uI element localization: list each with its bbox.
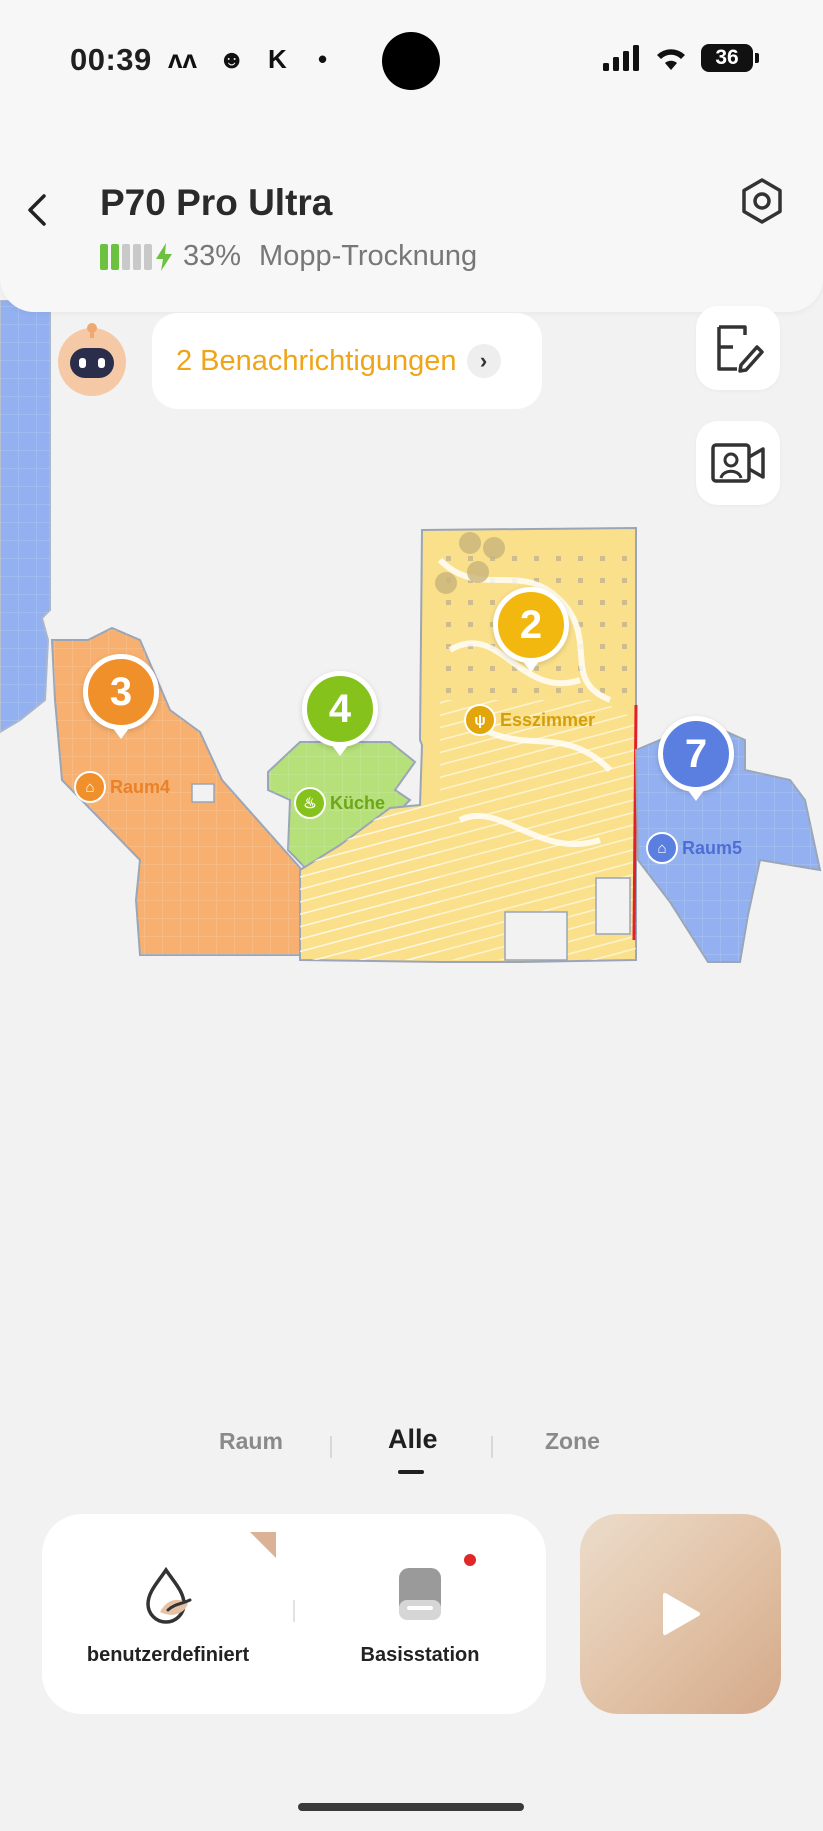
- battery-percent: 33%: [183, 240, 242, 272]
- device-status-row: 33% Mopp-Trocknung: [100, 240, 477, 273]
- status-bar: 00:39 ʌʌ ☻ K • 36: [0, 0, 823, 120]
- mode-tabs: Raum Alle Zone: [0, 1420, 823, 1480]
- chevron-right-icon: ›: [466, 344, 501, 378]
- chevron-left-icon[interactable]: [18, 190, 58, 230]
- device-title: P70 Pro Ultra: [100, 182, 333, 223]
- room-label-raum4[interactable]: ⌂ Raum4: [74, 771, 170, 803]
- edit-map-icon: [717, 325, 764, 373]
- corner-badge-icon: [250, 1532, 276, 1558]
- base-station-icon: [399, 1568, 441, 1620]
- tab-zone[interactable]: Zone: [545, 1428, 600, 1455]
- home-indicator[interactable]: [298, 1803, 524, 1811]
- battery-bars: [100, 242, 173, 271]
- room-name: Esszimmer: [500, 709, 596, 730]
- room-label-esszimmer[interactable]: ψ Esszimmer: [464, 704, 595, 736]
- edit-map-button[interactable]: [696, 306, 780, 390]
- signal-icon: [603, 45, 639, 71]
- fork-knife-icon: ψ: [464, 704, 496, 736]
- room-marker-raum5[interactable]: 7: [658, 716, 734, 801]
- room-marker-kueche[interactable]: 4: [302, 671, 378, 756]
- notification-icon-2: ☻: [218, 44, 246, 74]
- water-drop-icon: [146, 1566, 192, 1624]
- active-tab-indicator: [398, 1470, 424, 1474]
- room-marker-esszimmer[interactable]: 2: [493, 587, 569, 672]
- home-icon: ⌂: [646, 832, 678, 864]
- pot-icon: ♨: [294, 787, 326, 819]
- room-name: Küche: [330, 792, 386, 813]
- status-time: 00:39: [70, 42, 152, 77]
- notification-icon-4: •: [318, 44, 328, 74]
- cleaning-mode-button[interactable]: benutzerdefiniert: [42, 1514, 294, 1714]
- room-name: Raum4: [110, 776, 171, 797]
- cleaning-mode-label: benutzerdefiniert: [86, 1644, 250, 1666]
- bottom-controls-panel: benutzerdefiniert Basisstation: [42, 1514, 546, 1714]
- red-dot-badge: [464, 1554, 476, 1566]
- start-cleaning-button[interactable]: [580, 1514, 781, 1714]
- video-camera-icon: [711, 443, 765, 483]
- camera-cutout: [382, 32, 440, 90]
- play-icon: [662, 1593, 700, 1635]
- tab-alle[interactable]: Alle: [388, 1424, 438, 1455]
- charging-bolt-icon: [156, 242, 172, 271]
- home-icon: ⌂: [74, 771, 106, 803]
- tab-raum[interactable]: Raum: [219, 1428, 283, 1455]
- device-status: Mopp-Trocknung: [259, 240, 478, 272]
- wifi-icon: [657, 49, 685, 70]
- room-marker-raum4[interactable]: 3: [83, 654, 159, 739]
- tab-divider: [491, 1436, 493, 1458]
- notifications-text: 2 Benachrichtigungen: [176, 344, 457, 377]
- settings-icon[interactable]: [737, 176, 787, 226]
- notification-icon-1: ʌʌ: [168, 44, 197, 74]
- base-station-label: Basisstation: [360, 1644, 480, 1666]
- room-label-raum5[interactable]: ⌂ Raum5: [646, 832, 742, 864]
- notifications-banner[interactable]: 2 Benachrichtigungen ›: [152, 313, 542, 409]
- battery-indicator: 36: [701, 44, 759, 72]
- notification-icon-3: K: [268, 44, 287, 74]
- room-label-kueche[interactable]: ♨ Küche: [294, 787, 385, 819]
- base-station-button[interactable]: Basisstation: [294, 1514, 546, 1714]
- video-camera-button[interactable]: [696, 421, 780, 505]
- tab-divider: [330, 1436, 332, 1458]
- robot-avatar-icon[interactable]: [52, 318, 132, 398]
- room-name: Raum5: [682, 837, 743, 858]
